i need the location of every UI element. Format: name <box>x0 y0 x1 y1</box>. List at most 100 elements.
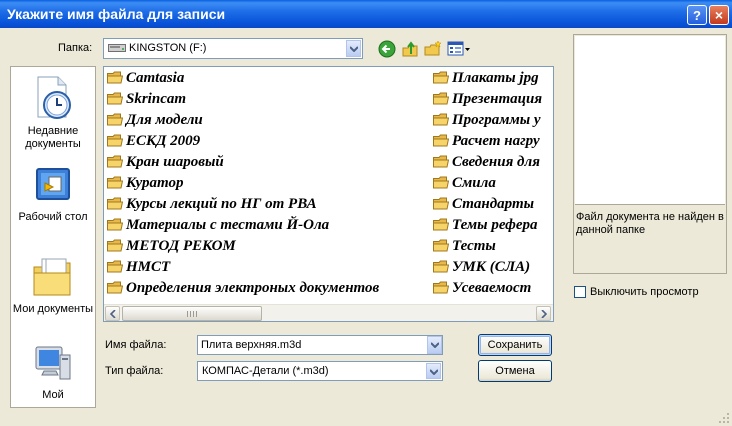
disable-preview-checkbox[interactable] <box>574 286 586 298</box>
folder-item[interactable]: УМК (СЛА) <box>433 257 530 277</box>
scroll-grip <box>187 311 197 317</box>
preview-image <box>575 36 725 205</box>
title-bar[interactable]: Укажите имя файла для записи ? × <box>0 0 732 28</box>
my-documents-icon <box>33 258 71 296</box>
folder-name: Кран шаровый <box>126 154 224 170</box>
folder-item[interactable]: ЕСКД 2009 <box>107 131 200 151</box>
folder-icon <box>107 281 123 294</box>
place-my-computer[interactable]: Мой <box>11 343 95 402</box>
folder-icon <box>107 260 123 273</box>
folder-icon <box>433 113 449 126</box>
folder-icon <box>107 197 123 210</box>
resize-grip-icon[interactable] <box>718 412 730 424</box>
filename-input[interactable] <box>198 336 422 354</box>
place-recent-documents[interactable]: Недавние документы <box>11 73 95 151</box>
folder-item[interactable]: Camtasia <box>107 68 184 88</box>
folder-item[interactable]: Кран шаровый <box>107 152 224 172</box>
new-folder-icon[interactable] <box>424 40 442 58</box>
folder-name: Темы рефера <box>452 217 538 233</box>
chevron-down-icon <box>430 369 438 375</box>
folder-item[interactable]: Программы у <box>433 110 541 130</box>
folder-item[interactable]: Презентация <box>433 89 542 109</box>
cancel-button[interactable]: Отмена <box>478 360 552 382</box>
folder-item[interactable]: Стандарты <box>433 194 534 214</box>
place-desktop[interactable]: Рабочий стол <box>11 165 95 224</box>
places-bar: Недавние документы Рабочий стол Мои доку… <box>10 66 96 408</box>
folder-icon <box>107 92 123 105</box>
lookin-label: Папка: <box>58 42 93 54</box>
filetype-dropdown-arrow[interactable] <box>426 363 441 379</box>
view-menu-icon[interactable] <box>447 40 471 58</box>
folder-name: УМК (СЛА) <box>452 259 531 275</box>
folder-item[interactable]: Темы рефера <box>433 215 538 235</box>
folder-name: Camtasia <box>126 70 185 86</box>
folder-item[interactable]: Определения электроных документов <box>107 278 379 298</box>
scroll-right-button[interactable] <box>536 306 551 321</box>
horizontal-scrollbar[interactable] <box>104 304 553 321</box>
filename-label: Имя файла: <box>105 339 167 351</box>
up-folder-icon[interactable] <box>401 40 419 58</box>
folder-icon <box>107 155 123 168</box>
folder-name: Для модели <box>126 112 203 128</box>
folder-item[interactable]: Сведения для <box>433 152 540 172</box>
recent-documents-icon <box>37 76 71 119</box>
folder-name: МЕТОД РЕКОМ <box>126 238 236 254</box>
file-list[interactable]: Camtasia Skrincam Для модели ЕСКД 2009 Кран … <box>103 66 554 322</box>
folder-icon <box>107 239 123 252</box>
folder-name: Сведения для <box>452 154 540 170</box>
scroll-left-button[interactable] <box>105 306 120 321</box>
folder-item[interactable]: Плакаты jpg <box>433 68 539 88</box>
lookin-value: KINGSTON (F:) <box>129 42 207 54</box>
folder-item[interactable]: Skrincam <box>107 89 186 109</box>
save-button[interactable]: Сохранить <box>478 334 552 356</box>
folder-item[interactable]: Для модели <box>107 110 203 130</box>
folder-item[interactable]: НМСТ <box>107 257 170 277</box>
folder-icon <box>433 155 449 168</box>
folder-name: ЕСКД 2009 <box>126 133 201 149</box>
filename-field[interactable] <box>197 335 443 355</box>
filetype-value: КОМПАС-Детали (*.m3d) <box>202 365 329 377</box>
disable-preview-label[interactable]: Выключить просмотр <box>590 286 699 298</box>
place-my-documents[interactable]: Мои документы <box>11 253 95 316</box>
folder-name: Плакаты jpg <box>452 70 539 86</box>
folder-icon <box>107 134 123 147</box>
filetype-label: Тип файла: <box>105 365 164 377</box>
place-my-documents-label: Мои документы <box>12 303 94 315</box>
folder-item[interactable]: Смила <box>433 173 496 193</box>
folder-icon <box>107 113 123 126</box>
place-my-computer-label: Мой <box>42 389 64 401</box>
folder-icon <box>107 71 123 84</box>
folder-name: Тесты <box>452 238 496 254</box>
back-icon[interactable] <box>378 40 396 58</box>
lookin-dropdown-arrow[interactable] <box>346 40 361 57</box>
folder-name: Skrincam <box>126 91 187 107</box>
folder-item[interactable]: Куратор <box>107 173 183 193</box>
lookin-dropdown[interactable]: KINGSTON (F:) <box>103 38 363 59</box>
folder-item[interactable]: МЕТОД РЕКОМ <box>107 236 236 256</box>
folder-name: Усеваемост <box>452 280 532 296</box>
preview-message: Файл документа не найден в данной папке <box>576 211 724 236</box>
folder-item[interactable]: Усеваемост <box>433 278 531 298</box>
help-button[interactable]: ? <box>687 5 707 25</box>
chevron-down-icon <box>431 342 439 348</box>
folder-item[interactable]: Тесты <box>433 236 496 256</box>
chevron-down-icon <box>350 46 358 52</box>
folder-name: Смила <box>452 175 496 191</box>
desktop-icon <box>36 168 70 200</box>
folder-icon <box>433 239 449 252</box>
scroll-thumb[interactable] <box>122 306 262 321</box>
folder-name: Расчет нагру <box>452 133 540 149</box>
folder-item[interactable]: Материалы с тестами Й-Ола <box>107 215 329 235</box>
folder-icon <box>433 134 449 147</box>
close-button[interactable]: × <box>709 5 729 25</box>
place-recent-label: Недавние документы <box>25 125 81 150</box>
folder-icon <box>433 176 449 189</box>
folder-item[interactable]: Курсы лекций по НГ от РВА <box>107 194 317 214</box>
filetype-dropdown[interactable]: КОМПАС-Детали (*.m3d) <box>197 361 443 381</box>
drive-icon <box>108 43 126 52</box>
folder-name: НМСТ <box>126 259 171 275</box>
filename-dropdown[interactable] <box>424 335 443 355</box>
preview-panel: Файл документа не найден в данной папке <box>573 34 727 274</box>
folder-item[interactable]: Расчет нагру <box>433 131 540 151</box>
folder-name: Материалы с тестами Й-Ола <box>126 217 330 233</box>
